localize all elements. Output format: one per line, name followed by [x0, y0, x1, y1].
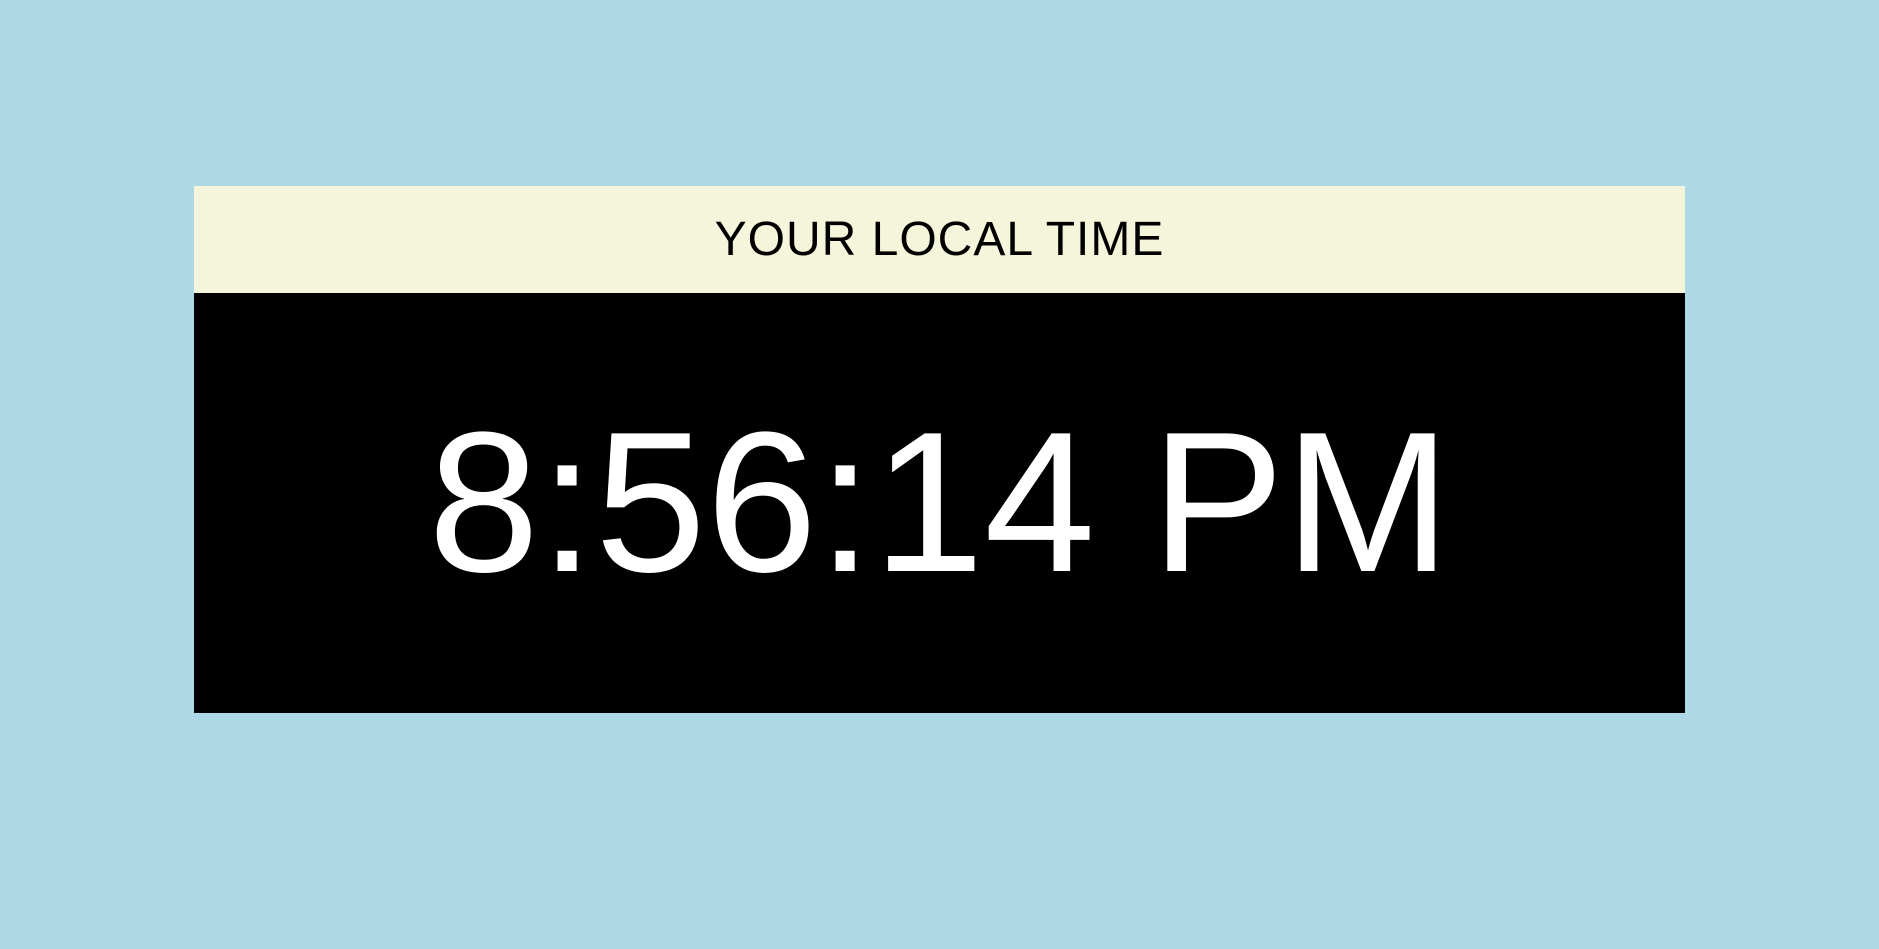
clock-title: YOUR LOCAL TIME — [714, 213, 1165, 266]
clock-time: 8:56:14 PM — [428, 391, 1451, 614]
clock-card: YOUR LOCAL TIME 8:56:14 PM — [194, 186, 1685, 713]
clock-header: YOUR LOCAL TIME — [194, 186, 1685, 293]
clock-display: 8:56:14 PM — [194, 293, 1685, 713]
